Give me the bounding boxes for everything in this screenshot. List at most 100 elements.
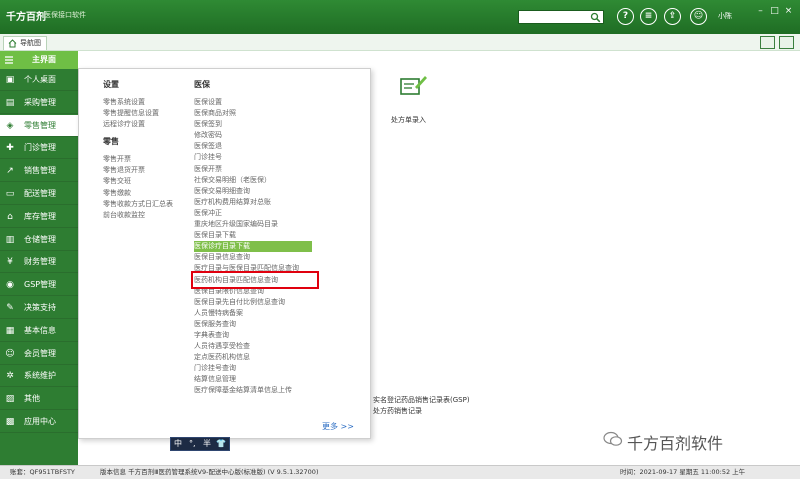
sidebar: 主界面 ▣ 个人桌面 ▤ 采购管理 ◈ 零售管理 ✚ 门诊管理 ↗ 销售管理 ▭ 配送管理 ⌂ 库存管理 ▥…: [0, 51, 78, 465]
search-input[interactable]: [520, 12, 586, 22]
menu-item[interactable]: 医疗机构费用结算对总账: [194, 197, 312, 208]
sidebar-item[interactable]: ◉ GSP管理: [0, 274, 78, 297]
sidebar-item-label: 零售管理: [24, 120, 56, 130]
close-icon[interactable]: ×: [783, 6, 794, 17]
maximize-icon[interactable]: □: [769, 6, 780, 17]
insurance-list: 医保设置 医保商品对照 医保签到 修改密码 医保签退 门诊挂号 医保开票 社保交易明细（老医保…: [194, 97, 312, 397]
clinic-icon: ✚: [6, 143, 14, 154]
sidebar-item-label: 其他: [24, 394, 40, 404]
menu-item[interactable]: 医保目录信息查询: [194, 252, 312, 263]
menu-item[interactable]: 远程诊疗设置: [103, 119, 173, 130]
menu-item[interactable]: 字典表查询: [194, 330, 312, 341]
sidebar-header[interactable]: 主界面: [0, 51, 78, 69]
menu-item[interactable]: 前台收款监控: [103, 210, 173, 221]
menu-item[interactable]: 零售收款方式日汇总表: [103, 199, 173, 210]
sidebar-item-label: 会员管理: [24, 348, 56, 358]
yen-icon: ¥: [7, 257, 13, 268]
sidebar-item[interactable]: ▣ 个人桌面: [0, 69, 78, 91]
menu-item[interactable]: 定点医药机构信息: [194, 352, 312, 363]
menu-item[interactable]: 门诊挂号: [194, 152, 312, 163]
insurance-heading: 医保: [194, 80, 210, 89]
menu-item[interactable]: 零售退货开票: [103, 165, 173, 176]
menu-item[interactable]: 门诊挂号查询: [194, 363, 312, 374]
search-box: [518, 10, 604, 24]
menu-item[interactable]: 医保签退: [194, 141, 312, 152]
report-rx-sales[interactable]: 处方药销售记录: [373, 406, 422, 416]
retail-heading: 零售: [103, 137, 119, 147]
menu-item[interactable]: 医保商品对照: [194, 108, 312, 119]
tab-navigation-map[interactable]: 导航图: [3, 36, 47, 50]
sidebar-item[interactable]: ✎ 决策支持: [0, 297, 78, 319]
menu-item[interactable]: 医保交易明细查询: [194, 186, 312, 197]
member-icon: ☺: [5, 348, 15, 359]
menu-item[interactable]: 零售提醒信息设置: [103, 108, 173, 119]
menu-item[interactable]: 医保目录先自付比例信息查询: [194, 297, 312, 308]
sidebar-item[interactable]: ◈ 零售管理: [0, 114, 78, 137]
menu-item[interactable]: 医保服务查询: [194, 319, 312, 330]
minimize-icon[interactable]: –: [755, 6, 766, 17]
monitor-icon: ▣: [5, 75, 15, 85]
user-icon[interactable]: ☺: [690, 8, 707, 25]
sidebar-item[interactable]: ¥ 财务管理: [0, 251, 78, 274]
sidebar-item[interactable]: ▥ 仓储管理: [0, 229, 78, 251]
gear-icon: ✲: [6, 371, 14, 382]
sidebar-item[interactable]: ▭ 配送管理: [0, 183, 78, 205]
search-icon[interactable]: [590, 12, 601, 23]
menu-item[interactable]: 修改密码: [194, 130, 312, 141]
sidebar-item[interactable]: ▦ 基本信息: [0, 320, 78, 342]
sidebar-item[interactable]: ▨ 其他: [0, 388, 78, 411]
menu-icon[interactable]: [4, 55, 14, 65]
calculator-icon[interactable]: ≡: [640, 8, 657, 25]
sidebar-item-label: 采购管理: [24, 97, 56, 107]
report-gsp-sales[interactable]: 实名登记药品销售记录表(GSP): [373, 395, 470, 405]
menu-item[interactable]: 医保签到: [194, 119, 312, 130]
sidebar-item[interactable]: ↗ 销售管理: [0, 160, 78, 183]
menu-item[interactable]: 结算信息管理: [194, 374, 312, 385]
ime-toolbar[interactable]: 中 °, 半 👕: [170, 437, 230, 451]
tag-icon: ◈: [6, 120, 14, 131]
sidebar-item[interactable]: ⌂ 库存管理: [0, 206, 78, 228]
retail-menu-panel: 设置 零售系统设置 零售提醒信息设置 远程诊疗设置 零售 零售开票 零售退货开票 零售交…: [78, 68, 371, 439]
sidebar-item-label: 仓储管理: [24, 234, 56, 244]
help-icon[interactable]: ?: [617, 8, 634, 25]
menu-item[interactable]: 医保设置: [194, 97, 312, 108]
apps-icon: ▩: [5, 417, 15, 427]
menu-item[interactable]: 零售系统设置: [103, 97, 173, 108]
expand-layout-icon[interactable]: [779, 36, 794, 49]
menu-item[interactable]: 医保冲正: [194, 208, 312, 219]
menu-item[interactable]: 医保诊疗目录下载: [194, 241, 312, 253]
gsp-icon: ◉: [6, 280, 14, 291]
sidebar-item[interactable]: ▩ 应用中心: [0, 411, 78, 433]
menu-item[interactable]: 人员慢特病备案: [194, 308, 312, 319]
storage-icon: ▥: [5, 234, 15, 245]
ime-punct[interactable]: °,: [189, 438, 196, 450]
menu-item[interactable]: 医疗保障基金结算清单信息上传: [194, 385, 312, 396]
menu-item[interactable]: 医保目录下载: [194, 230, 312, 241]
warehouse-icon: ⌂: [7, 211, 13, 222]
menu-item[interactable]: 零售缴款: [103, 188, 173, 199]
more-link[interactable]: 更多 >>: [322, 421, 354, 432]
ime-skin-icon[interactable]: 👕: [216, 438, 226, 450]
menu-item[interactable]: 重庆地区升级国家编码目录: [194, 219, 312, 230]
sidebar-item[interactable]: ▤ 采购管理: [0, 92, 78, 114]
info-icon: ▦: [5, 325, 15, 336]
status-version: 版本信息 千方百剂Ⅲ医药管理系统V9-配送中心版(标准版) (V 9.5.1.3…: [100, 468, 319, 476]
upload-icon[interactable]: ⇪: [664, 8, 681, 25]
sidebar-title: 主界面: [32, 55, 56, 64]
menu-item[interactable]: 零售交班: [103, 176, 173, 187]
sidebar-item-label: 决策支持: [24, 303, 56, 312]
menu-item[interactable]: 医保开票: [194, 164, 312, 175]
sidebar-item[interactable]: ☺ 会员管理: [0, 343, 78, 365]
prescription-entry-icon[interactable]: [398, 73, 428, 99]
restore-layout-icon[interactable]: [760, 36, 775, 49]
menu-item[interactable]: 人员待遇享受检查: [194, 341, 312, 352]
ime-half[interactable]: 半: [203, 438, 211, 450]
insurance-column: 医保 医保设置 医保商品对照 医保签到 修改密码 医保签退 门诊挂号 医保开票 社保交易明细（…: [194, 79, 312, 397]
sidebar-item[interactable]: ✚ 门诊管理: [0, 137, 78, 160]
sidebar-item-label: 系统维护: [24, 371, 56, 381]
sidebar-item[interactable]: ✲ 系统维护: [0, 365, 78, 388]
menu-item[interactable]: 社保交易明细（老医保）: [194, 175, 312, 186]
menu-item[interactable]: 零售开票: [103, 154, 173, 165]
ime-lang[interactable]: 中: [174, 438, 182, 450]
prescription-entry-label[interactable]: 处方单录入: [391, 115, 426, 125]
